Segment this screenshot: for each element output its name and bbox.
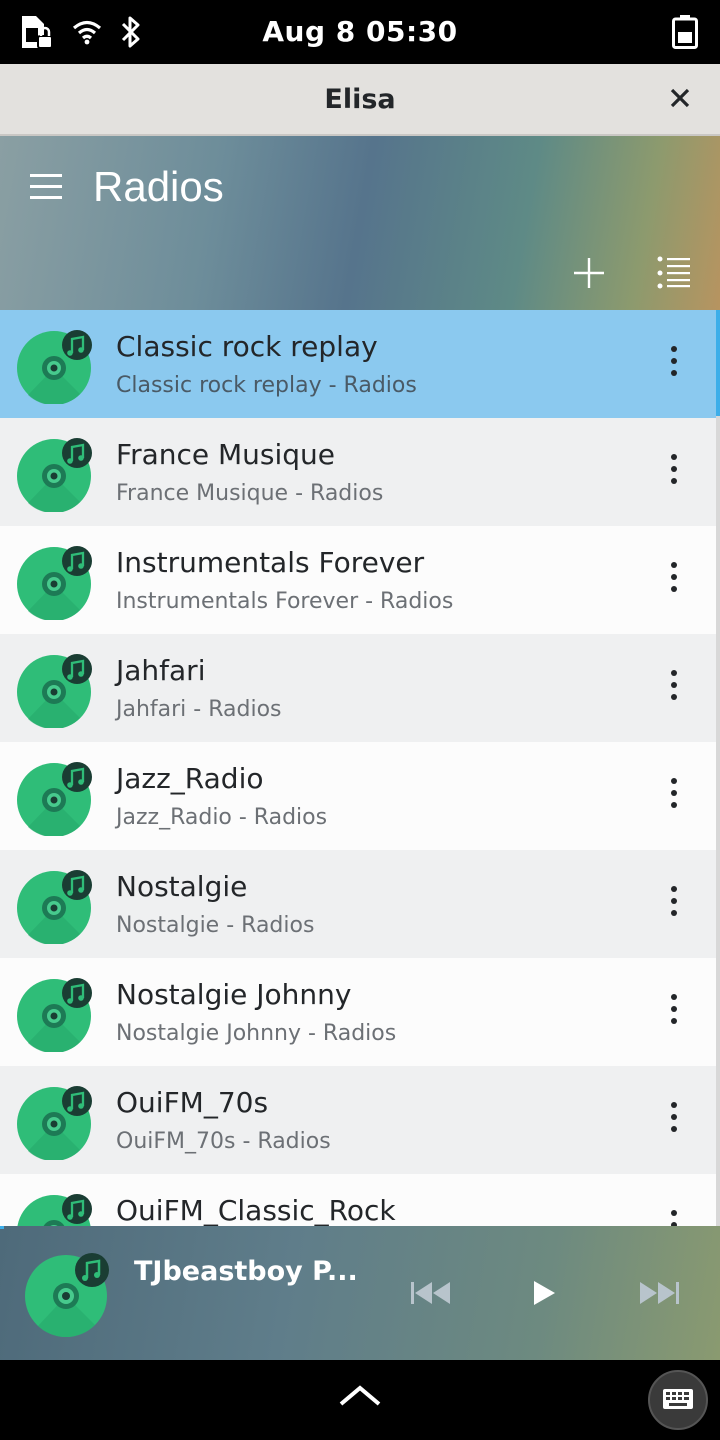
more-options-icon[interactable] xyxy=(660,454,688,490)
close-icon[interactable] xyxy=(668,86,692,110)
radio-list-item[interactable]: OuiFM_70s OuiFM_70s - Radios xyxy=(0,1066,716,1174)
more-options-icon[interactable] xyxy=(660,1210,688,1226)
radio-list-item[interactable]: Jazz_Radio Jazz_Radio - Radios xyxy=(0,742,716,850)
radio-subtitle: Instrumentals Forever - Radios xyxy=(116,589,454,614)
radio-name: Classic rock replay xyxy=(116,330,378,363)
player-bar: TJbeastboy P... xyxy=(0,1226,720,1360)
radio-name: Nostalgie Johnny xyxy=(116,978,352,1011)
window-title: Elisa xyxy=(324,84,396,115)
page-header: Radios xyxy=(0,136,720,310)
add-radio-icon[interactable] xyxy=(572,256,606,290)
skip-previous-icon[interactable] xyxy=(410,1278,452,1308)
radio-subtitle: France Musique - Radios xyxy=(116,481,384,506)
more-options-icon[interactable] xyxy=(660,994,688,1030)
radio-disc-icon xyxy=(17,330,92,404)
radio-name: Instrumentals Forever xyxy=(116,546,425,579)
more-options-icon[interactable] xyxy=(660,886,688,922)
radio-list-item[interactable]: Jahfari Jahfari - Radios xyxy=(0,634,716,742)
radio-name: OuiFM_70s xyxy=(116,1086,269,1119)
radio-disc-icon xyxy=(17,870,92,944)
play-icon[interactable] xyxy=(530,1278,558,1308)
window-titlebar: Elisa xyxy=(0,64,720,136)
skip-next-icon[interactable] xyxy=(638,1278,680,1308)
more-options-icon[interactable] xyxy=(660,670,688,706)
radio-subtitle: Jazz_Radio - Radios xyxy=(116,805,328,830)
radio-list-item[interactable]: France Musique France Musique - Radios xyxy=(0,418,716,526)
radio-disc-icon xyxy=(17,978,92,1052)
now-playing-disc-icon xyxy=(25,1253,109,1338)
more-options-icon[interactable] xyxy=(660,778,688,814)
status-bar: Aug 8 05:30 xyxy=(0,0,720,64)
more-options-icon[interactable] xyxy=(660,1102,688,1138)
battery-icon xyxy=(672,15,698,49)
radio-subtitle: Nostalgie Johnny - Radios xyxy=(116,1021,397,1046)
radio-list-item[interactable]: Classic rock replay Classic rock replay … xyxy=(0,310,716,418)
menu-icon[interactable] xyxy=(30,174,62,200)
radio-subtitle: Nostalgie - Radios xyxy=(116,913,315,938)
radio-disc-icon xyxy=(17,546,92,620)
list-scrollbar[interactable] xyxy=(716,310,720,1226)
keyboard-icon xyxy=(663,1389,693,1409)
radio-name: OuiFM_Classic_Rock xyxy=(116,1194,396,1226)
now-playing-title: TJbeastboy P... xyxy=(134,1256,358,1287)
more-options-icon[interactable] xyxy=(660,562,688,598)
page-title: Radios xyxy=(93,163,224,210)
radio-disc-icon xyxy=(17,762,92,836)
radio-subtitle: Jahfari - Radios xyxy=(116,697,282,722)
radio-list-item[interactable]: OuiFM_Classic_Rock OuiFM_Classic_Rock - … xyxy=(0,1174,716,1226)
status-clock: Aug 8 05:30 xyxy=(262,15,458,48)
radio-disc-icon xyxy=(17,438,92,512)
chevron-up-icon[interactable] xyxy=(338,1380,382,1410)
radio-disc-icon xyxy=(17,1086,92,1160)
radio-name: Jahfari xyxy=(116,654,206,687)
radio-disc-icon xyxy=(17,1194,92,1226)
radio-name: Nostalgie xyxy=(116,870,248,903)
radio-name: France Musique xyxy=(116,438,336,471)
scrollbar-thumb[interactable] xyxy=(716,310,720,416)
radio-subtitle: Classic rock replay - Radios xyxy=(116,373,417,398)
keyboard-toggle-button[interactable] xyxy=(648,1370,708,1430)
system-nav-bar xyxy=(0,1360,720,1440)
radio-list-item[interactable]: Instrumentals Forever Instrumentals Fore… xyxy=(0,526,716,634)
radio-name: Jazz_Radio xyxy=(116,762,264,795)
more-options-icon[interactable] xyxy=(660,346,688,382)
radio-subtitle: OuiFM_70s - Radios xyxy=(116,1129,331,1154)
radio-list-item[interactable]: Nostalgie Johnny Nostalgie Johnny - Radi… xyxy=(0,958,716,1066)
playback-progress[interactable] xyxy=(0,1226,4,1229)
view-options-icon[interactable] xyxy=(656,254,692,290)
radio-disc-icon xyxy=(17,654,92,728)
radio-list-item[interactable]: Nostalgie Nostalgie - Radios xyxy=(0,850,716,958)
radio-list: Classic rock replay Classic rock replay … xyxy=(0,310,720,1226)
